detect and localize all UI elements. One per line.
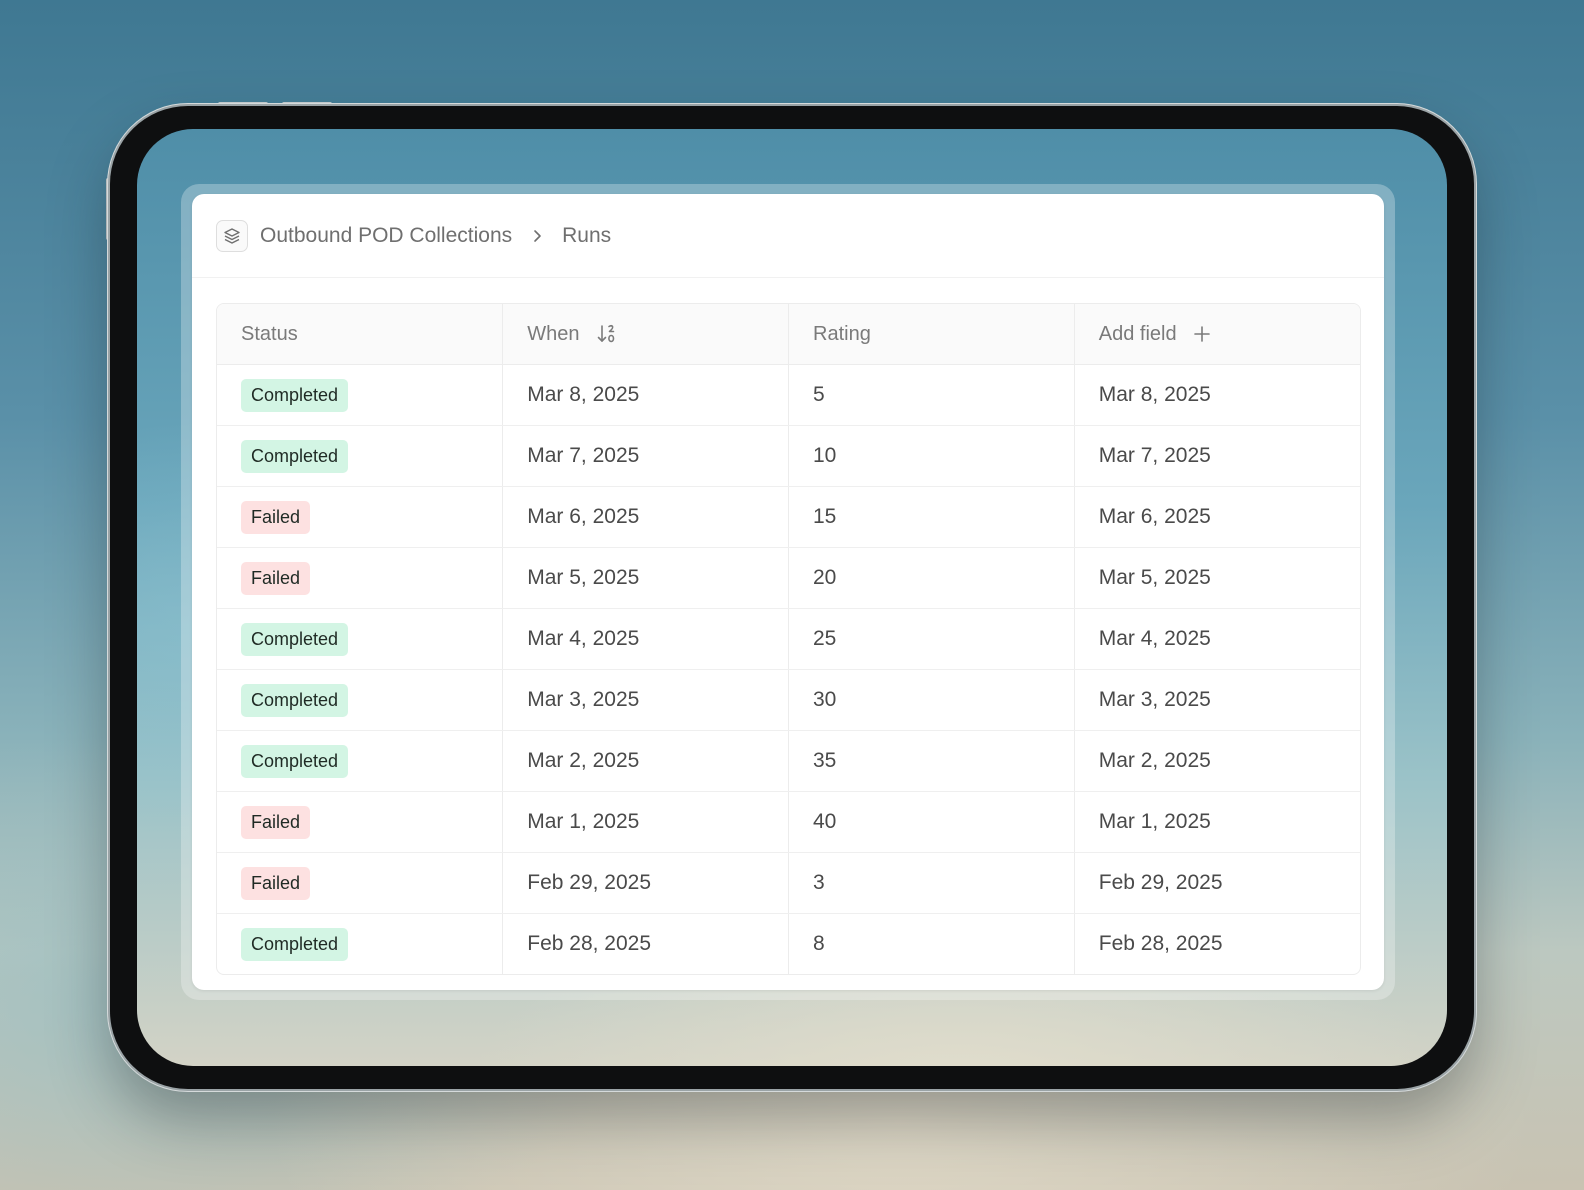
table-row[interactable]: Completed Mar 4, 2025 25 Mar 4, 2025 [217, 608, 1360, 670]
runs-panel: Outbound POD Collections Runs Status Whe… [192, 194, 1384, 990]
status-cell: Failed [217, 791, 504, 853]
status-badge: Completed [241, 927, 349, 961]
table-row[interactable]: Failed Mar 1, 2025 40 Mar 1, 2025 [217, 791, 1360, 853]
column-header-when[interactable]: When [502, 304, 789, 365]
status-badge: Completed [241, 744, 349, 778]
table-row[interactable]: Completed Feb 28, 2025 8 Feb 28, 2025 [217, 913, 1360, 974]
column-header-rating[interactable]: Rating [788, 304, 1075, 365]
status-cell: Failed [217, 547, 504, 609]
breadcrumb-current: Runs [562, 223, 612, 247]
breadcrumb-parent[interactable]: Outbound POD Collections [260, 224, 512, 248]
field-cell: Mar 6, 2025 [1074, 486, 1360, 548]
field-cell: Mar 3, 2025 [1074, 669, 1360, 731]
field-cell: Mar 1, 2025 [1074, 791, 1360, 853]
chevron-right-icon [530, 228, 544, 244]
field-cell: Mar 8, 2025 [1074, 364, 1360, 426]
status-cell: Failed [217, 852, 504, 914]
rating-cell: 35 [788, 730, 1075, 792]
table-row[interactable]: Completed Mar 8, 2025 5 Mar 8, 2025 [217, 364, 1360, 426]
table-row[interactable]: Completed Mar 3, 2025 30 Mar 3, 2025 [217, 669, 1360, 731]
rating-cell: 30 [788, 669, 1075, 731]
status-badge: Completed [241, 622, 349, 656]
field-cell: Mar 2, 2025 [1074, 730, 1360, 792]
when-cell: Feb 28, 2025 [502, 913, 789, 974]
table-row[interactable]: Failed Mar 5, 2025 20 Mar 5, 2025 [217, 547, 1360, 609]
status-badge: Failed [241, 561, 311, 595]
status-badge: Failed [241, 805, 311, 839]
rating-cell: 10 [788, 425, 1075, 487]
status-badge: Completed [241, 439, 349, 473]
field-cell: Mar 5, 2025 [1074, 547, 1360, 609]
rating-cell: 20 [788, 547, 1075, 609]
field-cell: Feb 28, 2025 [1098, 932, 1223, 955]
rating-cell: 15 [788, 486, 1075, 548]
when-cell: Mar 1, 2025 [502, 791, 789, 853]
status-cell: Completed [217, 669, 504, 731]
rating-cell: 3 [788, 852, 1075, 914]
status-badge: Failed [241, 866, 311, 900]
table-row[interactable]: Completed Mar 7, 2025 10 Mar 7, 2025 [217, 425, 1360, 487]
column-label: When [527, 322, 580, 345]
when-cell: Mar 4, 2025 [502, 608, 789, 670]
table-row[interactable]: Completed Mar 2, 2025 35 Mar 2, 2025 [217, 730, 1360, 792]
column-label: Rating [813, 322, 871, 345]
rating-cell: 8 [788, 913, 1075, 974]
table-row[interactable]: Failed Feb 29, 2025 3 Feb 29, 2025 [217, 852, 1360, 914]
when-cell: Mar 5, 2025 [502, 547, 789, 609]
table-row[interactable]: Failed Mar 6, 2025 15 Mar 6, 2025 [217, 486, 1360, 548]
breadcrumb: Outbound POD Collections Runs [192, 194, 1384, 278]
when-cell: Mar 3, 2025 [502, 669, 789, 731]
field-cell: Feb 29, 2025 [1074, 852, 1360, 914]
when-cell: Mar 2, 2025 [502, 730, 789, 792]
status-cell: Failed [217, 486, 504, 548]
status-cell: Completed [217, 913, 504, 974]
layers-icon[interactable] [216, 219, 248, 252]
status-cell: Completed [217, 730, 504, 792]
column-label: Status [241, 322, 298, 345]
sort-descending-icon[interactable] [596, 323, 618, 345]
rating-cell: 5 [788, 364, 1075, 426]
when-cell: Mar 7, 2025 [502, 425, 789, 487]
runs-table: Status When Rating Add field Completed M… [216, 303, 1361, 975]
status-cell: Completed [217, 608, 504, 670]
status-cell: Completed [217, 364, 504, 426]
status-cell: Completed [217, 425, 504, 487]
when-cell: Feb 29, 2025 [502, 852, 789, 914]
when-cell: Mar 8, 2025 [502, 364, 789, 426]
status-badge: Failed [241, 500, 311, 534]
status-badge: Completed [241, 378, 349, 412]
column-header-add-field[interactable]: Add field [1074, 304, 1360, 365]
column-header-status[interactable]: Status [217, 304, 504, 365]
column-label: Add field [1098, 322, 1177, 345]
plus-icon[interactable] [1193, 325, 1211, 343]
field-cell: Mar 4, 2025 [1074, 608, 1360, 670]
rating-cell: 40 [788, 791, 1075, 853]
rating-cell: 25 [788, 608, 1075, 670]
when-cell: Mar 6, 2025 [502, 486, 789, 548]
field-cell: Mar 7, 2025 [1074, 425, 1360, 487]
tablet-device: Outbound POD Collections Runs Status Whe… [110, 106, 1474, 1089]
tablet-screen: Outbound POD Collections Runs Status Whe… [137, 129, 1447, 1066]
table-header-row: Status When Rating Add field [217, 304, 1360, 365]
status-badge: Completed [241, 683, 349, 717]
